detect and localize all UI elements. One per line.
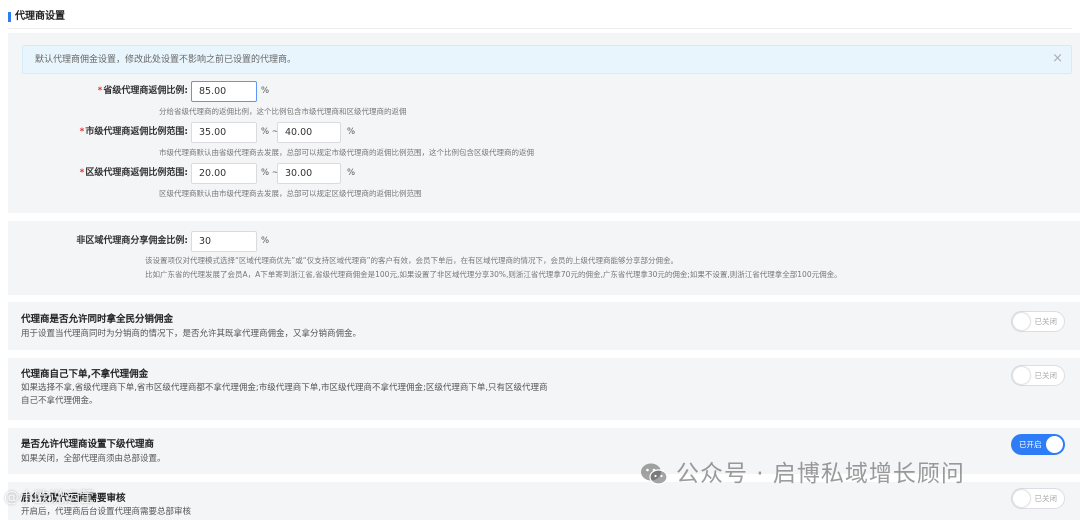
toggle-knob xyxy=(1013,490,1030,507)
setting-title: 代理商自己下单,不拿代理佣金 xyxy=(21,369,149,380)
toggle-state-label: 已关闭 xyxy=(1034,371,1058,380)
required-mark: * xyxy=(79,127,85,137)
info-alert: 默认代理商佣金设置，修改此处设置不影响之前已设置的代理商。 × xyxy=(22,45,1072,74)
setting-block-dual-commission: 代理商是否允许同时拿全民分销佣金 用于设置当代理商同时为分销商的情况下，是否允许… xyxy=(8,302,1080,350)
city-commission-max-input[interactable]: 40.00 xyxy=(277,122,341,143)
corner-watermark: @小欧说运营 xyxy=(4,488,95,506)
district-unit: % xyxy=(347,168,356,178)
province-help: 分给省级代理商的返佣比例，这个比例包含市级代理商和区级代理商的返佣 xyxy=(159,107,407,116)
dual-commission-toggle[interactable]: 已关闭 xyxy=(1011,311,1065,332)
setting-description: 如果关闭，全部代理商须由总部设置。 xyxy=(21,454,166,464)
non-region-share-label: 非区域代理商分享佣金比例: xyxy=(76,236,188,246)
self-order-toggle[interactable]: 已关闭 xyxy=(1011,365,1065,386)
setting-block-self-order: 代理商自己下单,不拿代理佣金 如果选择不拿,省级代理商下单,省市区级代理商都不拿… xyxy=(8,358,1080,420)
toggle-state-label: 已关闭 xyxy=(1034,494,1058,503)
city-commission-min-input[interactable]: 35.00 xyxy=(191,122,257,143)
watermark-text: 公众号 · 启博私域增长顾问 xyxy=(676,461,965,487)
province-commission-label: *省级代理商返佣比例: xyxy=(98,81,188,101)
district-commission-label: *区级代理商返佣比例范围: xyxy=(80,163,188,183)
required-mark: * xyxy=(97,86,103,96)
setting-title: 是否允许代理商设置下级代理商 xyxy=(21,439,155,450)
district-commission-label-text: 区级代理商返佣比例范围: xyxy=(85,168,188,178)
setting-description: 开启后，代理商后台设置代理商需要总部审核 xyxy=(21,507,192,517)
setting-title: 代理商是否允许同时拿全民分销佣金 xyxy=(21,314,174,325)
sub-agent-toggle[interactable]: 已开启 xyxy=(1011,434,1065,455)
title-divider xyxy=(8,28,1072,29)
toggle-state-label: 已开启 xyxy=(1019,440,1042,449)
setting-description: 如果选择不拿,省级代理商下单,省市区级代理商都不拿代理佣金;市级代理商下单,市区… xyxy=(21,383,548,406)
city-commission-label-text: 市级代理商返佣比例范围: xyxy=(85,127,188,137)
close-icon[interactable]: × xyxy=(1052,51,1063,67)
district-help: 区级代理商默认由市级代理商去发展，总部可以规定区级代理商的返佣比例范围 xyxy=(159,189,422,198)
required-mark: * xyxy=(79,168,85,178)
setting-description: 用于设置当代理商同时为分销商的情况下，是否允许其既拿代理商佣金，又拿分销商佣金。 xyxy=(21,329,362,339)
non-region-help-1: 该设置项仅对代理模式选择“区域代理商优先”或“仅支持区域代理商”的客户有效，会员… xyxy=(145,256,679,265)
city-unit: % xyxy=(347,127,356,137)
commission-panel: 默认代理商佣金设置，修改此处设置不影响之前已设置的代理商。 × *省级代理商返佣… xyxy=(8,33,1080,213)
district-commission-min-input[interactable]: 20.00 xyxy=(191,163,257,184)
toggle-state-label: 已关闭 xyxy=(1034,317,1058,326)
page-title: 代理商设置 xyxy=(8,10,65,24)
review-toggle[interactable]: 已关闭 xyxy=(1011,488,1065,509)
wechat-icon xyxy=(641,463,668,485)
toggle-knob xyxy=(1013,367,1030,384)
non-region-help-2: 比如广东省的代理发展了会员A，A下单寄到浙江省,省级代理商佣金是100元,如果设… xyxy=(145,270,842,279)
city-commission-label: *市级代理商返佣比例范围: xyxy=(80,122,188,142)
city-help: 市级代理商默认由省级代理商去发展，总部可以规定市级代理商的返佣比例范围，这个比例… xyxy=(159,148,534,157)
non-region-panel: 非区域代理商分享佣金比例: 30 % 该设置项仅对代理模式选择“区域代理商优先”… xyxy=(8,221,1080,295)
alert-text: 默认代理商佣金设置，修改此处设置不影响之前已设置的代理商。 xyxy=(35,55,297,65)
province-unit: % xyxy=(261,86,270,96)
province-commission-input[interactable]: 85.00 xyxy=(191,81,257,102)
toggle-knob xyxy=(1013,313,1030,330)
district-commission-max-input[interactable]: 30.00 xyxy=(277,163,341,184)
toggle-knob xyxy=(1046,436,1063,453)
non-region-unit: % xyxy=(261,236,270,246)
non-region-share-input[interactable]: 30 xyxy=(191,231,257,252)
province-commission-label-text: 省级代理商返佣比例: xyxy=(103,86,188,96)
